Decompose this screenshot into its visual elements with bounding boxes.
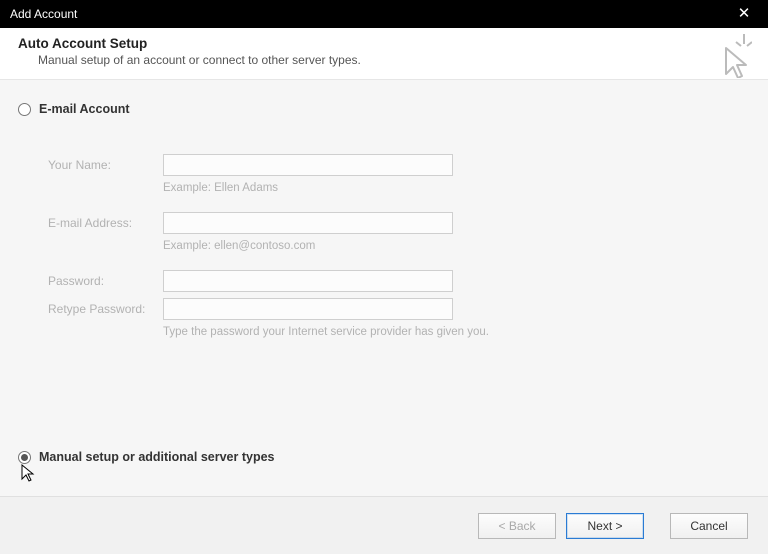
radio-icon (18, 103, 31, 116)
manual-setup-option[interactable]: Manual setup or additional server types (18, 450, 274, 464)
wizard-footer: < Back Next > Cancel (0, 496, 768, 554)
password-row: Password: (48, 270, 750, 292)
mouse-cursor-icon (21, 464, 37, 482)
password-input[interactable] (163, 270, 453, 292)
radio-icon (18, 451, 31, 464)
retype-row: Retype Password: (48, 298, 750, 320)
email-account-label: E-mail Account (39, 102, 130, 116)
title-bar: Add Account ✕ (0, 0, 768, 28)
email-label: E-mail Address: (48, 216, 163, 230)
wizard-body: E-mail Account Your Name: Example: Ellen… (0, 80, 768, 496)
manual-setup-label: Manual setup or additional server types (39, 450, 274, 464)
email-hint: Example: ellen@contoso.com (163, 240, 750, 252)
retype-label: Retype Password: (48, 302, 163, 316)
email-account-form: Your Name: Example: Ellen Adams E-mail A… (48, 154, 750, 338)
cancel-button[interactable]: Cancel (670, 513, 748, 539)
your-name-label: Your Name: (48, 158, 163, 172)
close-icon[interactable]: ✕ (730, 0, 758, 28)
window-title: Add Account (10, 7, 77, 21)
email-row: E-mail Address: (48, 212, 750, 234)
header-subtitle: Manual setup of an account or connect to… (38, 53, 750, 67)
your-name-input[interactable] (163, 154, 453, 176)
password-label: Password: (48, 274, 163, 288)
email-input[interactable] (163, 212, 453, 234)
wizard-header: Auto Account Setup Manual setup of an ac… (0, 28, 768, 80)
your-name-row: Your Name: (48, 154, 750, 176)
back-button: < Back (478, 513, 556, 539)
email-account-option[interactable]: E-mail Account (18, 102, 750, 116)
header-title: Auto Account Setup (18, 36, 750, 51)
password-hint: Type the password your Internet service … (163, 326, 750, 338)
cursor-arrow-icon (708, 34, 752, 78)
your-name-hint: Example: Ellen Adams (163, 182, 750, 194)
next-button[interactable]: Next > (566, 513, 644, 539)
retype-password-input[interactable] (163, 298, 453, 320)
